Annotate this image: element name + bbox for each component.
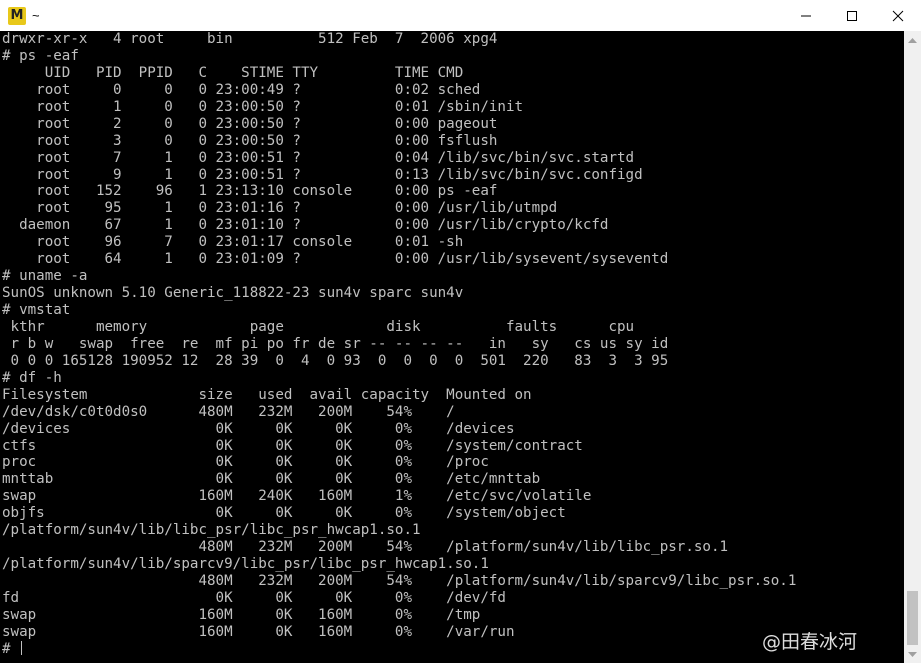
terminal-line: r b w swap free re mf pi po fr de sr -- … bbox=[2, 335, 669, 352]
terminal-line: /platform/sun4v/lib/libc_psr/libc_psr_hw… bbox=[2, 522, 421, 539]
text-cursor bbox=[21, 640, 23, 655]
terminal-line: root 9 1 0 23:00:51 ? 0:13 /lib/svc/bin/… bbox=[2, 166, 643, 183]
prompt-text: # bbox=[2, 640, 20, 657]
terminal-line: # uname -a bbox=[2, 268, 88, 285]
window-controls bbox=[783, 0, 921, 31]
terminal-line: /devices 0K 0K 0K 0% /devices bbox=[2, 420, 515, 437]
scroll-up-button[interactable] bbox=[904, 31, 921, 48]
terminal-line: 480M 232M 200M 54% /platform/sun4v/lib/s… bbox=[2, 573, 797, 589]
terminal-line: swap 160M 240K 160M 1% /etc/svc/volatile bbox=[2, 488, 592, 505]
terminal-line: daemon 67 1 0 23:01:10 ? 0:00 /usr/lib/c… bbox=[2, 217, 609, 234]
maximize-icon bbox=[847, 10, 857, 21]
terminal-line: root 152 96 1 23:13:10 console 0:00 ps -… bbox=[2, 183, 498, 200]
watermark: @田春冰河 bbox=[762, 627, 857, 654]
terminal-line: root 96 7 0 23:01:17 console 0:01 -sh bbox=[2, 234, 464, 251]
maximize-button[interactable] bbox=[829, 0, 875, 31]
terminal-line: # vmstat bbox=[2, 302, 71, 318]
terminal-line: # df -h bbox=[2, 369, 62, 386]
vertical-scrollbar[interactable] bbox=[904, 31, 921, 663]
terminal-line: 0 0 0 165128 190952 12 28 39 0 4 0 93 0 … bbox=[2, 352, 669, 369]
terminal-line: kthr memory page disk faults cpu bbox=[2, 318, 635, 335]
terminal-line: root 1 0 0 23:00:50 ? 0:01 /sbin/init bbox=[2, 98, 524, 115]
minimize-button[interactable] bbox=[783, 0, 829, 31]
terminal-lines: drwxr-xr-x 4 root bin 512 Feb 7 2006 xpg… bbox=[0, 31, 904, 658]
chevron-down-icon bbox=[908, 651, 917, 657]
watermark-text: @田春冰河 bbox=[762, 631, 858, 653]
terminal-line: SunOS unknown 5.10 Generic_118822-23 sun… bbox=[2, 285, 464, 302]
close-icon bbox=[892, 10, 904, 21]
terminal-line: ctfs 0K 0K 0K 0% /system/contract bbox=[2, 437, 583, 454]
terminal-line: root 7 1 0 23:00:51 ? 0:04 /lib/svc/bin/… bbox=[2, 149, 635, 166]
terminal-line: /dev/dsk/c0t0d0s0 480M 232M 200M 54% / bbox=[2, 403, 455, 420]
terminal-line: fd 0K 0K 0K 0% /dev/fd bbox=[2, 589, 506, 606]
terminal-line: root 95 1 0 23:01:16 ? 0:00 /usr/lib/utm… bbox=[2, 200, 558, 217]
window-title: ~ bbox=[32, 8, 40, 23]
minimize-icon bbox=[801, 15, 811, 16]
scroll-thumb[interactable] bbox=[907, 591, 918, 645]
terminal-line: root 0 0 0 23:00:49 ? 0:02 sched bbox=[2, 81, 481, 98]
terminal-line: root 2 0 0 23:00:50 ? 0:00 pageout bbox=[2, 115, 498, 132]
terminal-line: root 3 0 0 23:00:50 ? 0:00 fsflush bbox=[2, 132, 498, 149]
close-button[interactable] bbox=[875, 0, 921, 31]
terminal-line: # ps -eaf bbox=[2, 47, 79, 64]
terminal-line: /platform/sun4v/lib/sparcv9/libc_psr/lib… bbox=[2, 556, 489, 573]
scroll-down-button[interactable] bbox=[904, 646, 921, 663]
terminal-line: objfs 0K 0K 0K 0% /system/object bbox=[2, 505, 566, 522]
chevron-up-icon bbox=[908, 37, 917, 43]
terminal-line: proc 0K 0K 0K 0% /proc bbox=[2, 454, 489, 471]
terminal-line: drwxr-xr-x 4 root bin 512 Feb 7 2006 xpg… bbox=[2, 31, 498, 47]
terminal-line: swap 160M 0K 160M 0% /tmp bbox=[2, 606, 481, 623]
app-icon[interactable]: M bbox=[8, 6, 26, 25]
terminal-line: 480M 232M 200M 54% /platform/sun4v/lib/l… bbox=[2, 539, 729, 556]
terminal-line: UID PID PPID C STIME TTY TIME CMD bbox=[2, 64, 464, 81]
title-bar[interactable]: M ~ bbox=[0, 0, 921, 32]
terminal-line: mnttab 0K 0K 0K 0% /etc/mnttab bbox=[2, 471, 541, 488]
terminal-line: Filesystem size used avail capacity Moun… bbox=[2, 386, 532, 403]
terminal-output[interactable]: drwxr-xr-x 4 root bin 512 Feb 7 2006 xpg… bbox=[0, 31, 904, 663]
terminal-line: root 64 1 0 23:01:09 ? 0:00 /usr/lib/sys… bbox=[2, 251, 669, 268]
